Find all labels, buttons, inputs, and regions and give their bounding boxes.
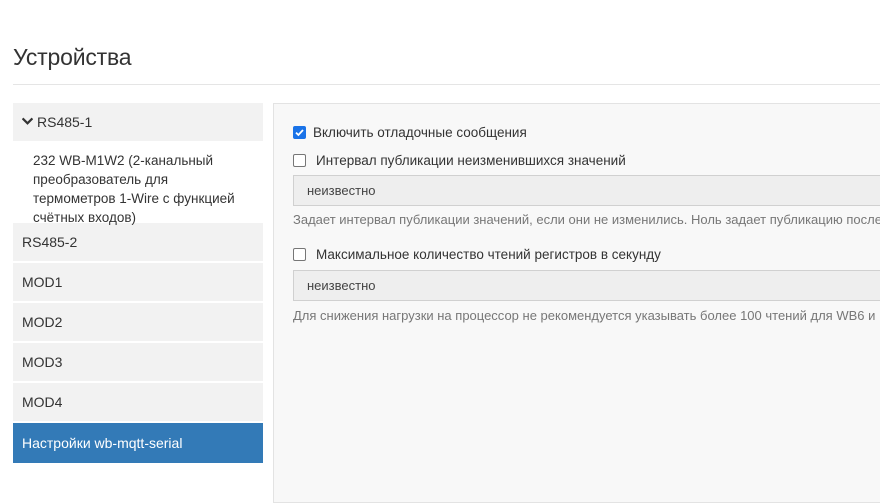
chevron-down-icon xyxy=(22,117,33,125)
checkmark-icon xyxy=(295,129,304,137)
max-reads-value: неизвестно xyxy=(307,278,376,293)
sidebar-item-mod4[interactable]: MOD4 xyxy=(13,383,263,421)
sidebar-item-mod2[interactable]: MOD2 xyxy=(13,303,263,341)
max-reads-field[interactable]: неизвестно xyxy=(293,270,880,301)
max-reads-checkbox[interactable] xyxy=(293,248,306,261)
publish-interval-label: Интервал публикации неизменившихся значе… xyxy=(316,153,626,168)
sidebar-item-label: MOD2 xyxy=(22,314,63,330)
sidebar-item-label: 232 WB-M1W2 (2-канальный преобразователь… xyxy=(33,153,235,225)
publish-interval-field[interactable]: неизвестно xyxy=(293,175,880,206)
sidebar-item-label: RS485-1 xyxy=(37,114,93,130)
sidebar-item-label: MOD3 xyxy=(22,354,63,370)
sidebar-item-rs485-1[interactable]: RS485-1 xyxy=(13,103,263,141)
page-title: Устройства xyxy=(13,44,132,70)
sidebar-item-settings[interactable]: Настройки wb-mqtt-serial xyxy=(13,423,263,463)
sidebar-item-label: Настройки wb-mqtt-serial xyxy=(22,435,183,451)
debug-label: Включить отладочные сообщения xyxy=(313,125,527,140)
sidebar-item-mod3[interactable]: MOD3 xyxy=(13,343,263,381)
debug-checkbox-row[interactable]: Включить отладочные сообщения xyxy=(293,125,527,140)
publish-interval-help: Задает интервал публикации значений, есл… xyxy=(293,212,880,227)
publish-interval-value: неизвестно xyxy=(307,183,376,198)
debug-checkbox[interactable] xyxy=(293,126,306,139)
sidebar-item-label: MOD1 xyxy=(22,274,63,290)
sidebar-item-mod1[interactable]: MOD1 xyxy=(13,263,263,301)
publish-interval-checkbox-row[interactable]: Интервал публикации неизменившихся значе… xyxy=(293,153,626,168)
title-divider xyxy=(13,84,880,85)
publish-interval-checkbox[interactable] xyxy=(293,154,306,167)
max-reads-label: Максимальное количество чтений регистров… xyxy=(316,247,661,262)
sidebar-item-device[interactable]: 232 WB-M1W2 (2-канальный преобразователь… xyxy=(13,141,263,225)
sidebar: RS485-1 232 WB-M1W2 (2-канальный преобра… xyxy=(13,103,263,463)
sidebar-item-rs485-2[interactable]: RS485-2 xyxy=(13,223,263,261)
sidebar-item-label: RS485-2 xyxy=(22,234,78,250)
sidebar-item-label: MOD4 xyxy=(22,394,63,410)
max-reads-checkbox-row[interactable]: Максимальное количество чтений регистров… xyxy=(293,247,661,262)
settings-panel: Включить отладочные сообщения Интервал п… xyxy=(273,103,880,503)
max-reads-help: Для снижения нагрузки на процессор не ре… xyxy=(293,308,876,323)
